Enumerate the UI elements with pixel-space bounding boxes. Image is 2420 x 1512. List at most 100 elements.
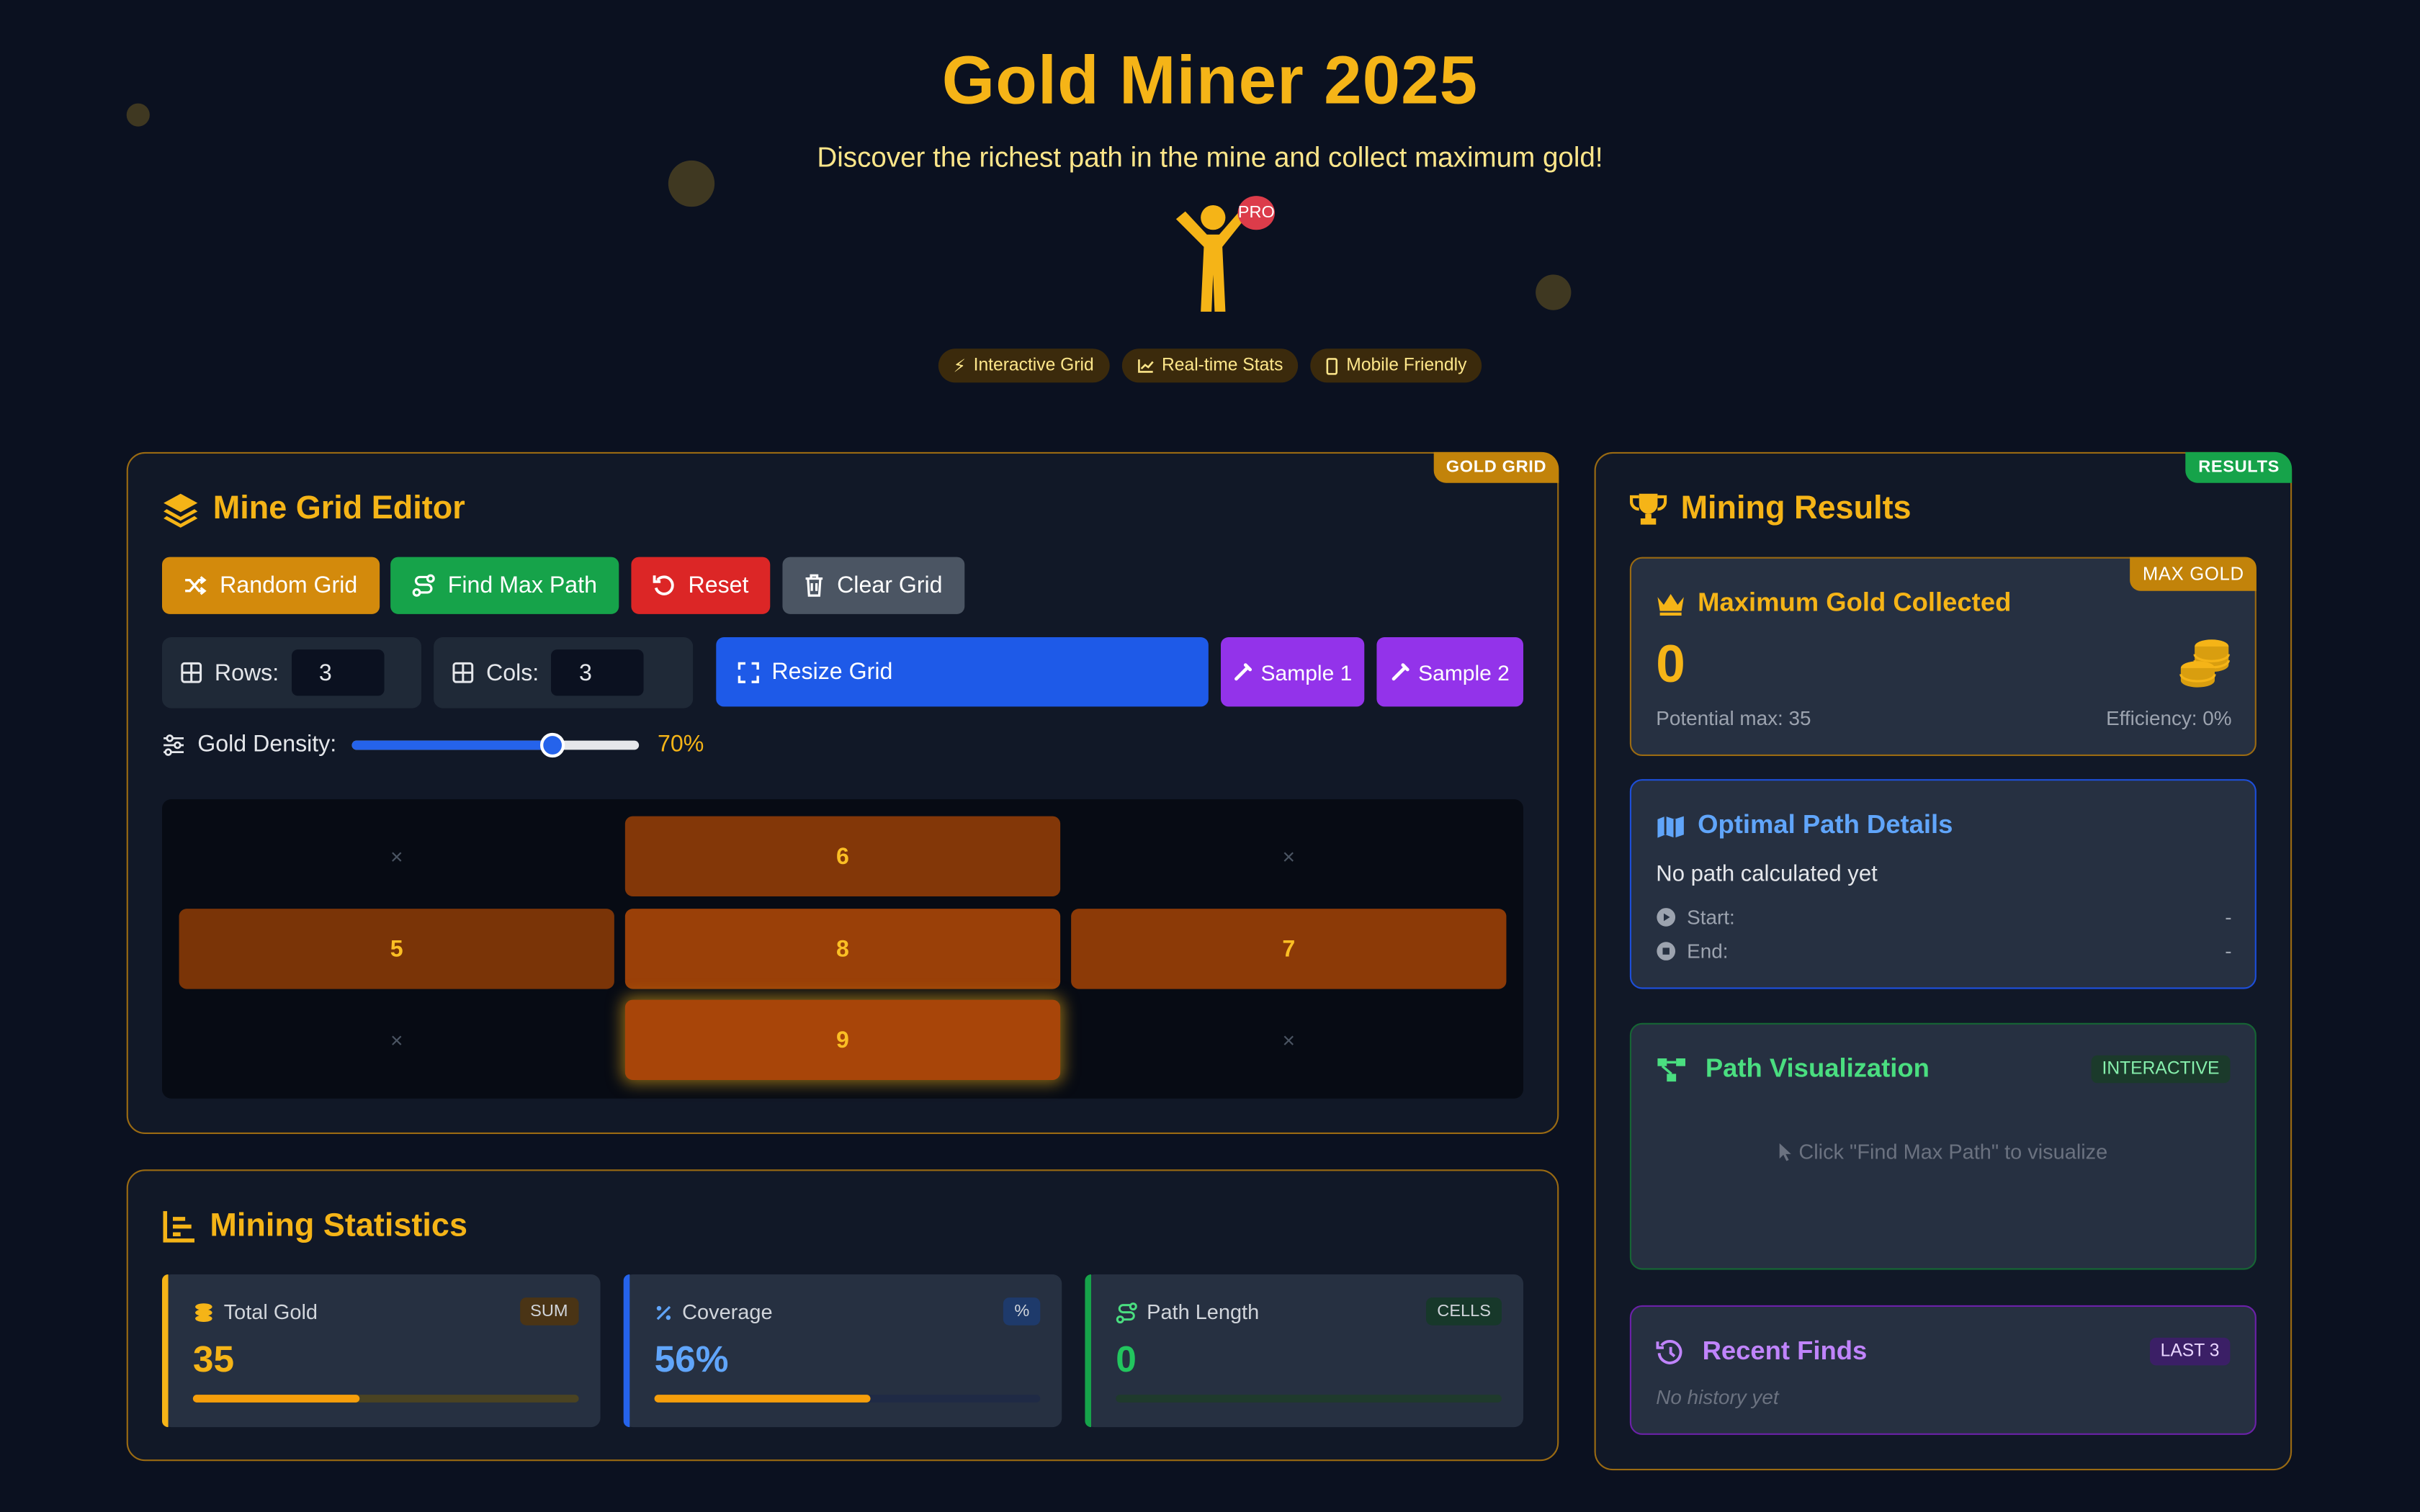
map-icon [1657,815,1684,837]
panel-title-text: Mine Grid Editor [212,490,465,526]
sample-2-button[interactable]: Sample 2 [1376,637,1523,707]
history-icon [1656,1338,1682,1364]
grid-editor-title: Mine Grid Editor [162,490,465,528]
sample-1-button[interactable]: Sample 1 [1221,637,1365,707]
hint-text: Click "Find Max Path" to visualize [1798,1140,2108,1164]
chip-label: Real-time Stats [1162,356,1283,375]
path-visualization-card[interactable]: Path Visualization INTERACTIVE Click "Fi… [1629,1022,2257,1270]
play-circle-icon [1657,908,1676,927]
max-gold-tag: MAX GOLD [2130,557,2257,591]
gold-cell[interactable]: 5 [179,909,614,989]
gold-grid-ribbon: GOLD GRID [1433,451,1559,483]
stat-label: Total Gold [193,1300,318,1324]
chip-label: Interactive Grid [973,356,1094,375]
layers-icon [163,493,198,528]
max-gold-value: 0 [1656,635,1685,695]
efficiency: Efficiency: 0% [2106,706,2232,730]
button-label: Random Grid [220,572,358,599]
end-label: End: [1687,940,1729,963]
button-label: Resize Grid [771,659,893,685]
path-details-card: Optimal Path Details No path calculated … [1629,779,2257,989]
empty-cell[interactable]: × [1071,816,1506,896]
find-max-path-button[interactable]: Find Max Path [390,557,619,614]
density-slider-fill [351,739,553,750]
percent-tag: % [1003,1297,1041,1326]
visualize-hint: Click "Find Max Path" to visualize [1631,1140,2255,1164]
panel-title-text: Mining Statistics [210,1207,467,1244]
max-gold-card: MAX GOLD Maximum Gold Collected 0 Potent… [1629,557,2257,756]
undo-icon [653,575,674,595]
card-title-text: Recent Finds [1702,1336,1868,1366]
end-row: End: - [1656,940,2232,963]
button-label: Find Max Path [447,572,597,599]
percent-icon [656,1305,671,1320]
reset-button[interactable]: Reset [631,557,771,614]
card-title-text: Maximum Gold Collected [1698,588,2012,618]
chip-mobile-friendly: Mobile Friendly [1311,348,1482,383]
resize-grid-button[interactable]: Resize Grid [716,637,1209,707]
gold-density-control: Gold Density: 70% [162,732,704,757]
stat-accent [623,1274,630,1428]
button-label: Reset [688,572,749,599]
card-title-text: Path Visualization [1705,1053,1930,1084]
total-gold-value: 35 [192,1339,235,1381]
density-slider[interactable] [351,732,640,757]
feature-chips: ⚡ Interactive Grid Real-time Stats Mobil… [0,348,2420,383]
gold-cell[interactable]: 9 [624,999,1061,1080]
decor-dot [1536,274,1572,310]
project-diagram-icon [1657,1057,1685,1081]
progress-fill [192,1395,359,1403]
recent-finds-title: Recent Finds [1656,1336,1867,1367]
empty-cell[interactable]: × [1071,1000,1506,1080]
chip-label: Mobile Friendly [1346,356,1467,375]
cells-tag: CELLS [1426,1297,1502,1326]
cols-input[interactable]: 3 [551,649,644,696]
empty-cell[interactable]: × [179,1000,614,1080]
max-gold-title: Maximum Gold Collected [1656,588,2011,618]
clear-grid-button[interactable]: Clear Grid [782,557,965,614]
sum-tag: SUM [519,1297,579,1326]
path-status: No path calculated yet [1656,862,1878,888]
coverage-value: 56% [654,1339,729,1381]
stat-accent [162,1274,169,1428]
density-label: Gold Density: [197,731,337,758]
no-history-text: No history yet [1656,1385,1779,1409]
page-subtitle: Discover the richest path in the mine an… [817,142,1603,173]
stat-label: Coverage [655,1300,773,1324]
table-icon [452,662,474,683]
start-value: - [2225,905,2232,929]
statistics-title: Mining Statistics [162,1208,467,1245]
gold-cell[interactable]: 6 [624,816,1061,896]
button-label: Clear Grid [837,572,943,599]
page: Gold Miner 2025 Discover the richest pat… [0,0,2420,1512]
wand-icon [1234,663,1252,681]
path-visualization-title: Path Visualization [1656,1054,1930,1085]
path-length-value: 0 [1116,1339,1137,1381]
empty-cell[interactable]: × [179,816,614,896]
last-3-tag: LAST 3 [2149,1337,2231,1366]
interactive-tag: INTERACTIVE [2091,1055,2231,1084]
table-icon [181,662,202,683]
page-title: Gold Miner 2025 [941,43,1479,119]
trophy-icon [1629,493,1667,525]
coins-icon [195,1303,212,1322]
density-slider-thumb[interactable] [540,732,565,757]
rows-input[interactable]: 3 [291,649,384,696]
density-value: 70% [657,731,704,758]
end-value: - [2225,940,2232,963]
gold-cell[interactable]: 8 [624,909,1061,989]
mobile-icon [1327,357,1338,374]
wand-icon [1392,663,1410,681]
path-length-stat: Path Length CELLS 0 [1085,1274,1523,1428]
gold-cell[interactable]: 7 [1071,909,1507,989]
coins-icon [2179,639,2230,688]
stat-label: Path Length [1116,1300,1259,1324]
stat-label-text: Total Gold [223,1300,318,1324]
mine-grid: × 6 × 5 8 7 × 9 × [162,799,1523,1099]
chip-realtime-stats: Real-time Stats [1121,348,1299,383]
bolt-icon: ⚡ [953,358,966,377]
cols-label: Cols: [486,660,539,686]
progress-fill [654,1395,871,1403]
route-icon [412,574,436,597]
random-grid-button[interactable]: Random Grid [162,557,380,614]
